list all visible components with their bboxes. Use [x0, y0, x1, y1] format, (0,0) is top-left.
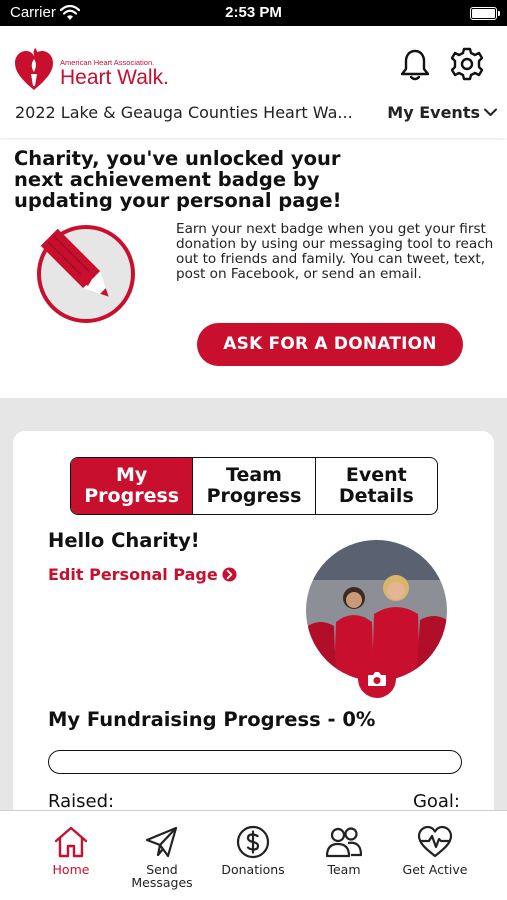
greeting: Hello Charity! [48, 529, 200, 552]
camera-button[interactable] [358, 660, 396, 698]
edit-personal-page-link[interactable]: Edit Personal Page [48, 565, 237, 584]
achievement-description: Earn your next badge when you get your f… [176, 221, 494, 282]
pencil-heart-badge-icon [37, 225, 135, 323]
logo-name-text: Heart Walk. [60, 66, 169, 89]
tab-send-messages[interactable]: Send Messages [116, 811, 208, 900]
fundraising-progress-bar [48, 750, 462, 774]
gear-icon[interactable] [450, 47, 484, 81]
tab-donations[interactable]: Donations [207, 811, 299, 900]
tab-event-details[interactable]: Event Details [314, 458, 437, 514]
home-icon [54, 826, 88, 858]
aha-heart-torch-icon [15, 48, 53, 90]
achievement-title: Charity, you've unlocked your next achie… [14, 147, 342, 212]
raised-label: Raised: [48, 791, 115, 812]
bell-icon[interactable] [399, 48, 431, 82]
chevron-down-icon [484, 108, 497, 116]
camera-icon [368, 672, 386, 686]
dollar-circle-icon [236, 825, 270, 859]
tab-donations-label: Donations [221, 862, 285, 877]
progress-tabs: My Progress Team Progress Event Details [70, 457, 438, 515]
team-icon [326, 827, 362, 858]
my-events-dropdown[interactable]: My Events [387, 103, 497, 122]
battery-icon [470, 7, 500, 20]
app-header: American Heart Association. Heart Walk. … [0, 26, 507, 138]
edit-personal-page-label: Edit Personal Page [48, 565, 218, 584]
tab-my-progress[interactable]: My Progress [71, 458, 193, 514]
clock: 2:53 PM [225, 4, 282, 21]
my-events-label: My Events [387, 103, 480, 122]
tab-team-progress[interactable]: Team Progress [192, 458, 314, 514]
tab-team[interactable]: Team [298, 811, 390, 900]
tab-home[interactable]: Home [25, 811, 117, 900]
tab-send-messages-label: Send Messages [131, 862, 193, 890]
heart-pulse-icon [417, 825, 453, 858]
tab-team-label: Team [327, 862, 361, 877]
status-bar: Carrier 2:53 PM [0, 0, 507, 26]
achievement-banner: Charity, you've unlocked your next achie… [0, 140, 507, 398]
bottom-tab-bar: Home Send Messages Donations Team Get Ac… [0, 810, 507, 900]
arrow-circle-right-icon [222, 567, 237, 582]
paper-plane-icon [145, 826, 178, 858]
event-name: 2022 Lake & Geauga Counties Heart Wa... [15, 103, 353, 122]
tab-get-active-label: Get Active [402, 862, 468, 877]
heart-walk-logo: American Heart Association. Heart Walk. [14, 44, 174, 96]
tab-get-active[interactable]: Get Active [389, 811, 481, 900]
tab-home-label: Home [52, 862, 90, 877]
ask-for-donation-button[interactable]: ASK FOR A DONATION [197, 323, 463, 366]
goal-label: Goal: [412, 791, 460, 812]
fundraising-progress-title: My Fundraising Progress - 0% [48, 708, 376, 731]
